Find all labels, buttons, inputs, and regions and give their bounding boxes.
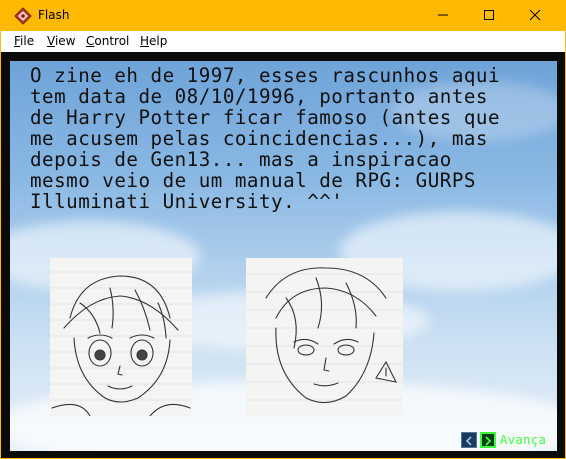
maximize-icon: [483, 6, 495, 25]
sketch-image-boy: [246, 258, 403, 416]
next-label[interactable]: Avança: [500, 433, 546, 447]
close-icon: [529, 6, 541, 25]
stage-text: O zine eh de 1997, esses rascunhos aqui …: [30, 64, 501, 213]
back-button[interactable]: [461, 432, 477, 448]
window-title: Flash: [38, 8, 70, 22]
maximize-button[interactable]: [466, 0, 512, 30]
flash-stage: O zine eh de 1997, esses rascunhos aqui …: [10, 61, 557, 451]
menu-control[interactable]: Control: [86, 34, 129, 48]
navigation-controls: Avança: [461, 430, 557, 450]
close-button[interactable]: [512, 0, 558, 30]
menu-help[interactable]: Help: [140, 34, 167, 48]
chevron-right-icon: [483, 431, 493, 450]
sketch-image-girl: [50, 258, 192, 416]
title-bar[interactable]: Flash: [0, 0, 566, 32]
menu-view[interactable]: View: [47, 34, 75, 48]
flash-window: Flash File View Control Help O zine eh d…: [0, 0, 566, 459]
chevron-left-icon: [464, 431, 474, 450]
next-button[interactable]: [480, 432, 496, 448]
menu-file[interactable]: File: [14, 34, 34, 48]
menu-bar: File View Control Help: [1, 31, 565, 52]
minimize-icon: [437, 6, 449, 25]
flash-player-icon: [14, 7, 32, 25]
minimize-button[interactable]: [420, 0, 466, 30]
